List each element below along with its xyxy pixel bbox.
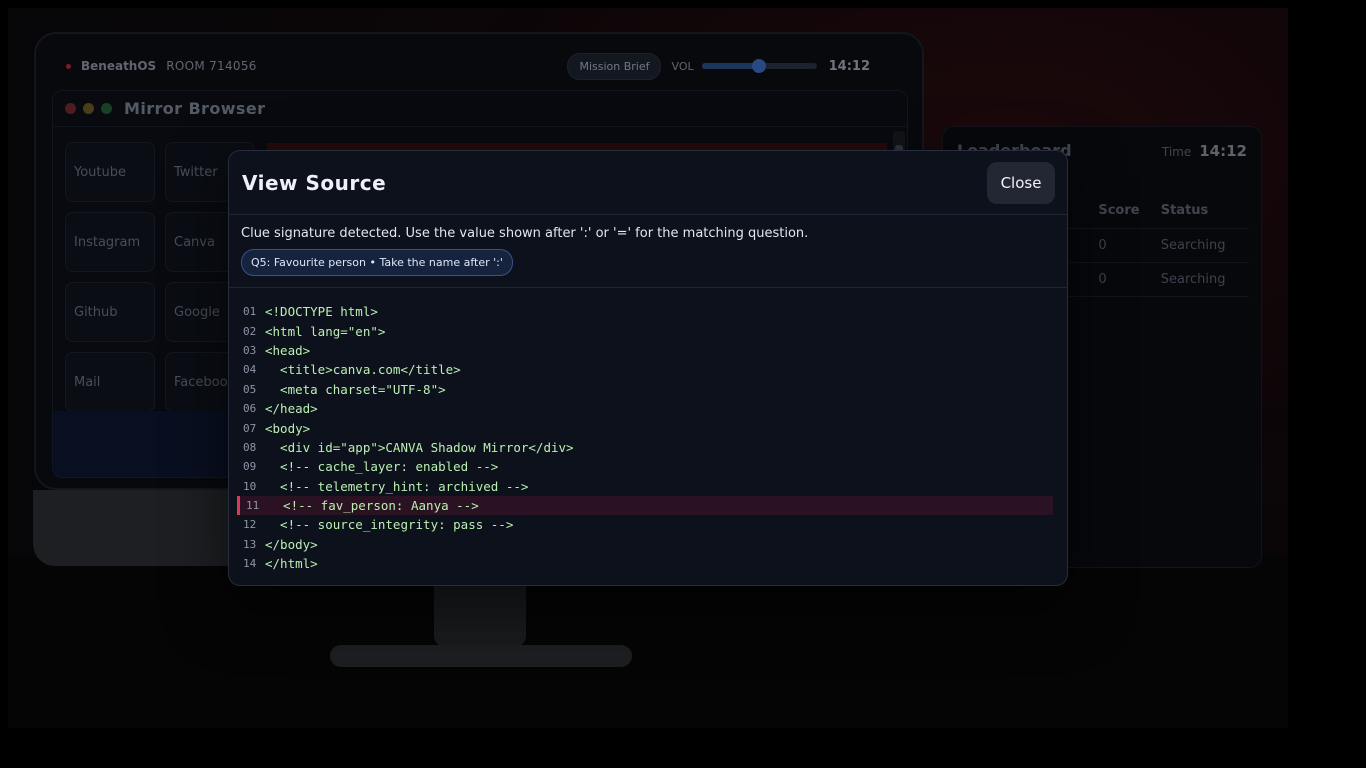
- code-line: 12 <!-- source_integrity: pass -->: [243, 515, 1053, 534]
- code-line: 04 <title>canva.com</title>: [243, 360, 1053, 379]
- code-text: </body>: [265, 536, 318, 552]
- line-number: 13: [243, 537, 257, 551]
- code-text: <meta charset="UTF-8">: [265, 381, 446, 397]
- code-text: <title>canva.com</title>: [265, 362, 461, 378]
- source-code-view: 01 <!DOCTYPE html> 02 <html lang="en"> 03 <he…: [229, 288, 1067, 573]
- code-line: 05 <meta charset="UTF-8">: [243, 380, 1053, 399]
- clue-info-text: Clue signature detected. Use the value s…: [241, 226, 809, 241]
- line-number: 12: [243, 518, 257, 532]
- code-line: 08 <div id="app">CANVA Shadow Mirror</di…: [243, 438, 1053, 457]
- code-line: 02 <html lang="en">: [243, 321, 1053, 340]
- close-button[interactable]: Close: [987, 161, 1055, 204]
- question-hint-chip: Q5: Favourite person • Take the name aft…: [241, 249, 513, 276]
- code-text: <!-- telemetry_hint: archived -->: [265, 478, 529, 494]
- code-line: 14 </html>: [243, 554, 1053, 573]
- code-text: <head>: [265, 342, 311, 358]
- code-text: <div id="app">CANVA Shadow Mirror</div>: [265, 439, 574, 455]
- code-line: 06 </head>: [243, 399, 1053, 418]
- line-number: 06: [243, 402, 257, 416]
- line-number: 09: [243, 460, 257, 474]
- line-number: 04: [243, 363, 257, 377]
- line-number: 07: [243, 421, 257, 435]
- line-number: 01: [243, 305, 257, 319]
- modal-info: Clue signature detected. Use the value s…: [229, 215, 1067, 288]
- view-source-modal: View Source Close Clue signature detecte…: [228, 150, 1068, 586]
- line-number: 11: [246, 499, 260, 513]
- code-line: 10 <!-- telemetry_hint: archived -->: [243, 477, 1053, 496]
- code-line: 09 <!-- cache_layer: enabled -->: [243, 457, 1053, 476]
- code-text: <body>: [265, 420, 311, 436]
- code-line: 13 </body>: [243, 535, 1053, 554]
- line-number: 14: [243, 557, 257, 571]
- line-number: 03: [243, 343, 257, 357]
- code-text: <html lang="en">: [265, 323, 386, 339]
- code-line: 01 <!DOCTYPE html>: [243, 302, 1053, 321]
- line-number: 08: [243, 440, 257, 454]
- code-line-highlighted: 11 <!-- fav_person: Aanya -->: [237, 495, 1053, 516]
- line-number: 10: [243, 479, 257, 493]
- line-number: 02: [243, 324, 257, 338]
- code-line: 03 <head>: [243, 341, 1053, 360]
- code-text: <!DOCTYPE html>: [265, 304, 378, 320]
- line-number: 05: [243, 382, 257, 396]
- code-text: <!-- source_integrity: pass -->: [265, 517, 514, 533]
- code-text: </head>: [265, 401, 318, 417]
- modal-title: View Source: [242, 170, 387, 195]
- code-line: 07 <body>: [243, 418, 1053, 437]
- code-text: <!-- cache_layer: enabled -->: [265, 459, 499, 475]
- modal-header: View Source Close: [229, 151, 1067, 215]
- code-text: <!-- fav_person: Aanya -->: [268, 498, 479, 514]
- code-text: </html>: [265, 556, 318, 572]
